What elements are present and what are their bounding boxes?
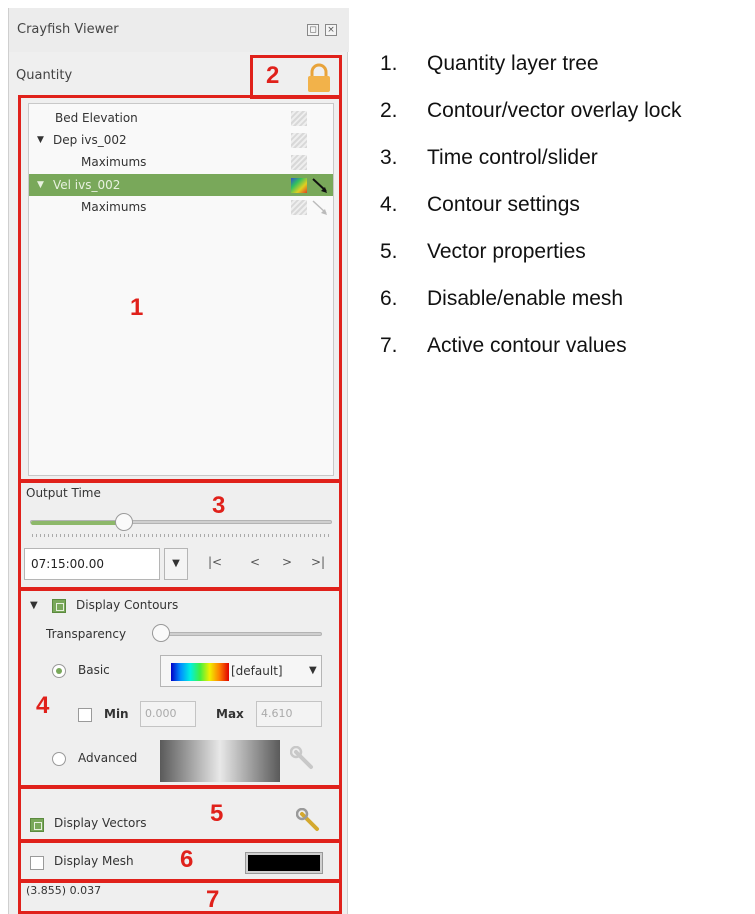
callout-6: 6 [180,846,194,873]
callout-5: 5 [210,800,224,827]
callout-2: 2 [266,62,280,89]
legend-number: 4. [380,193,398,216]
quantity-label: Quantity [16,68,73,83]
legend-number: 1. [380,52,398,75]
legend-text: Vector properties [427,240,586,263]
legend-number: 7. [380,334,398,357]
legend-text: Quantity layer tree [427,52,599,75]
legend-number: 2. [380,99,398,122]
callout-1: 1 [130,294,144,321]
callout-4: 4 [36,692,50,719]
annotation-box-2 [250,55,342,99]
annotation-box-1 [18,95,342,482]
legend-number: 6. [380,287,398,310]
annotation-box-5 [18,786,342,842]
panel-title: Crayfish Viewer [17,22,119,37]
close-icon[interactable]: × [325,24,337,36]
legend-text: Contour settings [427,193,580,216]
legend-text: Active contour values [427,334,627,357]
legend-text: Contour/vector overlay lock [427,99,682,122]
callout-3: 3 [212,492,226,519]
legend-text: Disable/enable mesh [427,287,624,310]
legend-text: Time control/slider [427,146,598,169]
panel-titlebar: Crayfish Viewer ◻ × [9,8,349,52]
callout-7: 7 [206,886,220,913]
annotation-box-7 [18,880,342,914]
legend-number: 3. [380,146,398,169]
float-icon[interactable]: ◻ [307,24,319,36]
legend-number: 5. [380,240,398,263]
annotation-box-4 [18,588,342,788]
annotation-box-3 [18,480,342,590]
